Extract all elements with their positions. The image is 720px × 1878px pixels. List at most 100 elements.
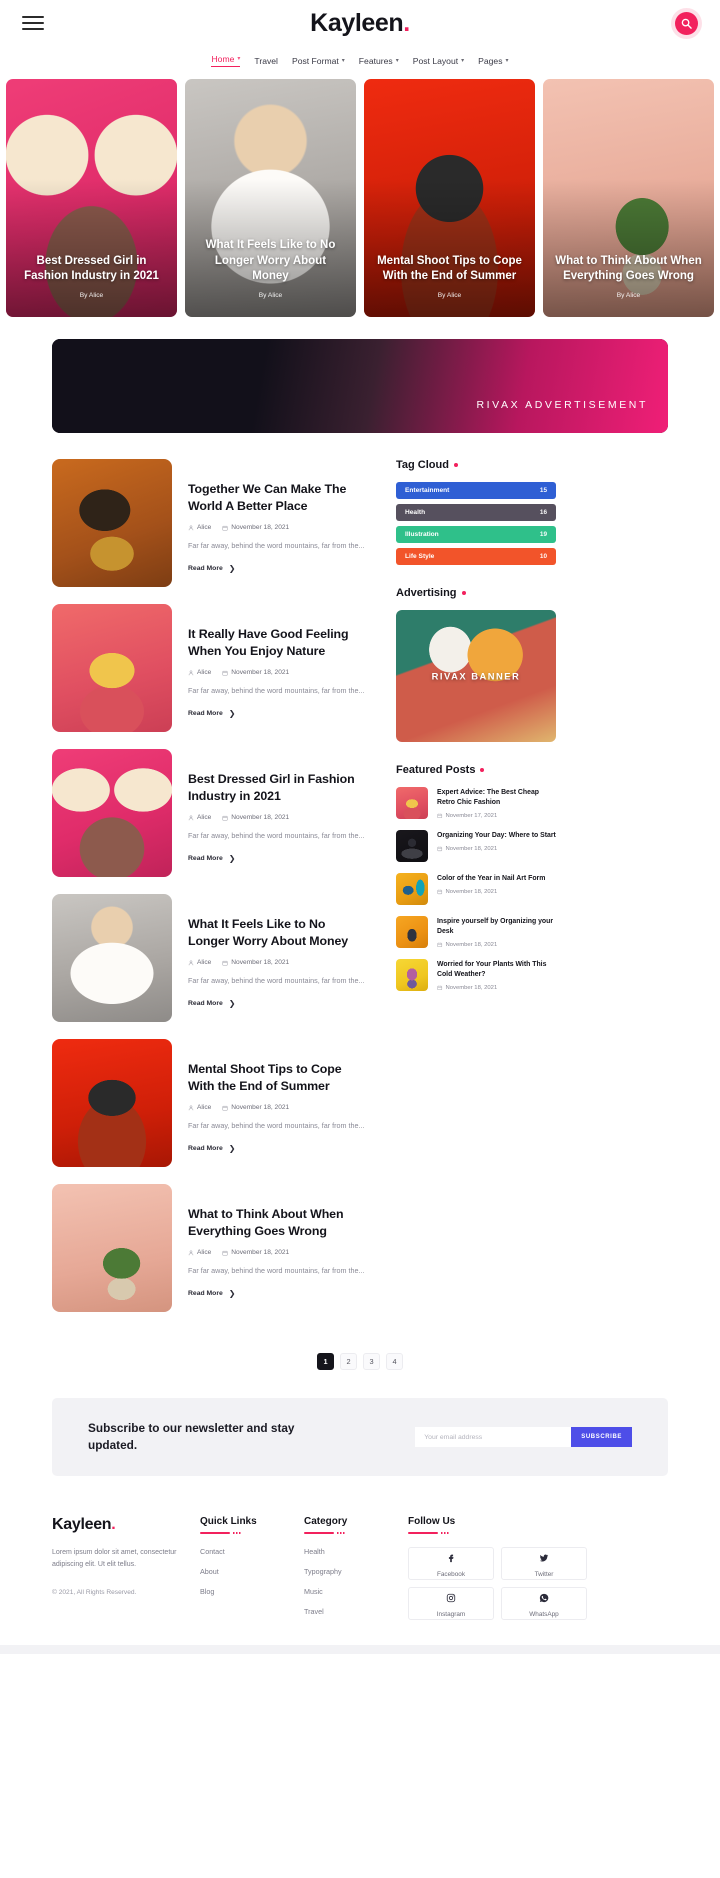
quick-links-list: Contact About Blog [200, 1547, 304, 1596]
read-more-link[interactable]: Read More ❯ [188, 709, 235, 718]
nav-item-label: Travel [254, 55, 278, 66]
category-link-item[interactable]: Travel [304, 1607, 408, 1616]
logo-text: Kayleen [310, 8, 404, 37]
hero-slide[interactable]: Mental Shoot Tips to Cope With the End o… [364, 79, 535, 317]
chevron-down-icon: ▾ [237, 56, 241, 62]
nav-item-pages[interactable]: Pages ▾ [478, 56, 508, 66]
tag-item[interactable]: Life Style 10 [396, 548, 556, 565]
nav-item-home[interactable]: Home ▾ [211, 54, 241, 67]
post-date-text: November 18, 2021 [231, 669, 290, 677]
featured-image [396, 916, 428, 948]
social-link-twitter[interactable]: Twitter [501, 1547, 587, 1581]
footer-bottom-bar [0, 1645, 720, 1655]
post-thumbnail[interactable] [52, 1039, 172, 1167]
post-date: November 18, 2021 [222, 524, 289, 531]
featured-posts-title: Featured Posts [396, 764, 556, 776]
post-title[interactable]: Best Dressed Girl in Fashion Industry in… [188, 771, 370, 805]
ad-banner-image [52, 339, 668, 433]
email-field[interactable] [415, 1427, 572, 1448]
post-author: Alice [188, 1104, 211, 1111]
search-icon[interactable] [675, 11, 698, 35]
post-card[interactable]: Mental Shoot Tips to Cope With the End o… [52, 1039, 370, 1167]
chevron-down-icon: ▾ [341, 57, 345, 64]
social-label: WhatsApp [529, 1610, 559, 1618]
post-thumbnail[interactable] [52, 604, 172, 732]
post-card[interactable]: Best Dressed Girl in Fashion Industry in… [52, 749, 370, 877]
post-thumbnail[interactable] [52, 749, 172, 877]
post-thumbnail[interactable] [52, 459, 172, 587]
subscribe-button[interactable]: SUBSCRIBE [571, 1427, 632, 1448]
post-body: Together We Can Make The World A Better … [188, 459, 370, 587]
tag-count: 16 [539, 509, 547, 516]
quick-link-item[interactable]: Blog [200, 1587, 304, 1596]
post-card[interactable]: What It Feels Like to No Longer Worry Ab… [52, 894, 370, 1022]
post-list: Together We Can Make The World A Better … [52, 459, 370, 1329]
post-thumbnail[interactable] [52, 1184, 172, 1312]
post-author-name: Alice [197, 1104, 212, 1112]
featured-post-item[interactable]: Worried for Your Plants With This Cold W… [396, 959, 556, 991]
main-navigation: Home ▾ Travel Post Format ▾ Features ▾ Post Lay… [0, 46, 720, 79]
tag-item[interactable]: Health 16 [396, 504, 556, 521]
nav-item-label: Home [211, 54, 235, 64]
read-more-link[interactable]: Read More ❯ [188, 564, 235, 573]
advertisement-section: RIVAX ADVERTISEMENT [0, 317, 720, 433]
tag-item[interactable]: Illustration 19 [396, 526, 556, 543]
featured-thumbnail [396, 873, 428, 905]
nav-item-post-layout[interactable]: Post Layout ▾ [413, 56, 464, 66]
post-title[interactable]: What to Think About When Everything Goes… [188, 1206, 370, 1240]
tag-cloud-title: Tag Cloud [396, 459, 556, 471]
post-thumbnail[interactable] [52, 894, 172, 1022]
advertising-title: Advertising [396, 587, 556, 599]
pagination-page-4[interactable]: 4 [386, 1353, 403, 1370]
quick-link-item[interactable]: Contact [200, 1547, 304, 1556]
hero-slide[interactable]: What to Think About When Everything Goes… [543, 79, 714, 317]
post-body: Mental Shoot Tips to Cope With the End o… [188, 1039, 370, 1167]
nav-item-travel[interactable]: Travel [254, 56, 278, 66]
footer-logo: Kayleen. [52, 1516, 200, 1534]
featured-post-item[interactable]: Organizing Your Day: Where to Start Novem… [396, 830, 556, 862]
featured-text: Expert Advice: The Best Cheap Retro Chic… [437, 787, 556, 819]
read-more-link[interactable]: Read More ❯ [188, 1144, 235, 1153]
hero-slide[interactable]: Best Dressed Girl in Fashion Industry in… [6, 79, 177, 317]
featured-post-item[interactable]: Inspire yourself by Organizing your Desk… [396, 916, 556, 948]
post-title[interactable]: It Really Have Good Feeling When You Enj… [188, 626, 370, 660]
tag-item[interactable]: Entertainment 15 [396, 482, 556, 499]
pagination-page-1[interactable]: 1 [317, 1353, 334, 1370]
read-more-link[interactable]: Read More ❯ [188, 1289, 235, 1298]
post-meta: Alice November 18, 2021 [188, 524, 370, 531]
featured-post-item[interactable]: Color of the Year in Nail Art Form Novemb… [396, 873, 556, 905]
sidebar-banner-label: RIVAX BANNER [431, 670, 521, 682]
hero-slide-caption: Mental Shoot Tips to Cope With the End o… [364, 254, 535, 299]
sidebar-banner[interactable]: RIVAX BANNER [396, 610, 556, 742]
hamburger-icon[interactable] [22, 16, 44, 30]
hero-slide-caption: What to Think About When Everything Goes… [543, 254, 714, 299]
post-title[interactable]: Together We Can Make The World A Better … [188, 481, 370, 515]
post-card[interactable]: What to Think About When Everything Goes… [52, 1184, 370, 1312]
nav-item-features[interactable]: Features ▾ [359, 56, 399, 66]
post-title[interactable]: What It Feels Like to No Longer Worry Ab… [188, 916, 370, 950]
read-more-link[interactable]: Read More ❯ [188, 999, 235, 1008]
post-title[interactable]: Mental Shoot Tips to Cope With the End o… [188, 1061, 370, 1095]
social-link-facebook[interactable]: Facebook [408, 1547, 494, 1581]
post-card[interactable]: Together We Can Make The World A Better … [52, 459, 370, 587]
hero-slide[interactable]: What It Feels Like to No Longer Worry Ab… [185, 79, 356, 317]
read-more-link[interactable]: Read More ❯ [188, 854, 235, 863]
quick-link-item[interactable]: About [200, 1567, 304, 1576]
logo-dot: . [403, 8, 410, 37]
pagination-page-2[interactable]: 2 [340, 1353, 357, 1370]
post-excerpt: Far far away, behind the word mountains,… [188, 831, 365, 841]
social-link-instagram[interactable]: Instagram [408, 1587, 494, 1621]
social-link-whatsapp[interactable]: WhatsApp [501, 1587, 587, 1621]
featured-post-item[interactable]: Expert Advice: The Best Cheap Retro Chic… [396, 787, 556, 819]
ad-banner[interactable]: RIVAX ADVERTISEMENT [52, 339, 668, 433]
pagination-page-3[interactable]: 3 [363, 1353, 380, 1370]
nav-item-label: Post Layout [412, 55, 459, 66]
category-link-item[interactable]: Health [304, 1547, 408, 1556]
post-excerpt: Far far away, behind the word mountains,… [188, 976, 365, 986]
category-link-item[interactable]: Typography [304, 1567, 408, 1576]
nav-item-post-format[interactable]: Post Format ▾ [292, 56, 345, 66]
category-link-item[interactable]: Music [304, 1587, 408, 1596]
hero-slide-title: Mental Shoot Tips to Cope With the End o… [377, 254, 522, 283]
facebook-icon [446, 1550, 456, 1568]
post-card[interactable]: It Really Have Good Feeling When You Enj… [52, 604, 370, 732]
